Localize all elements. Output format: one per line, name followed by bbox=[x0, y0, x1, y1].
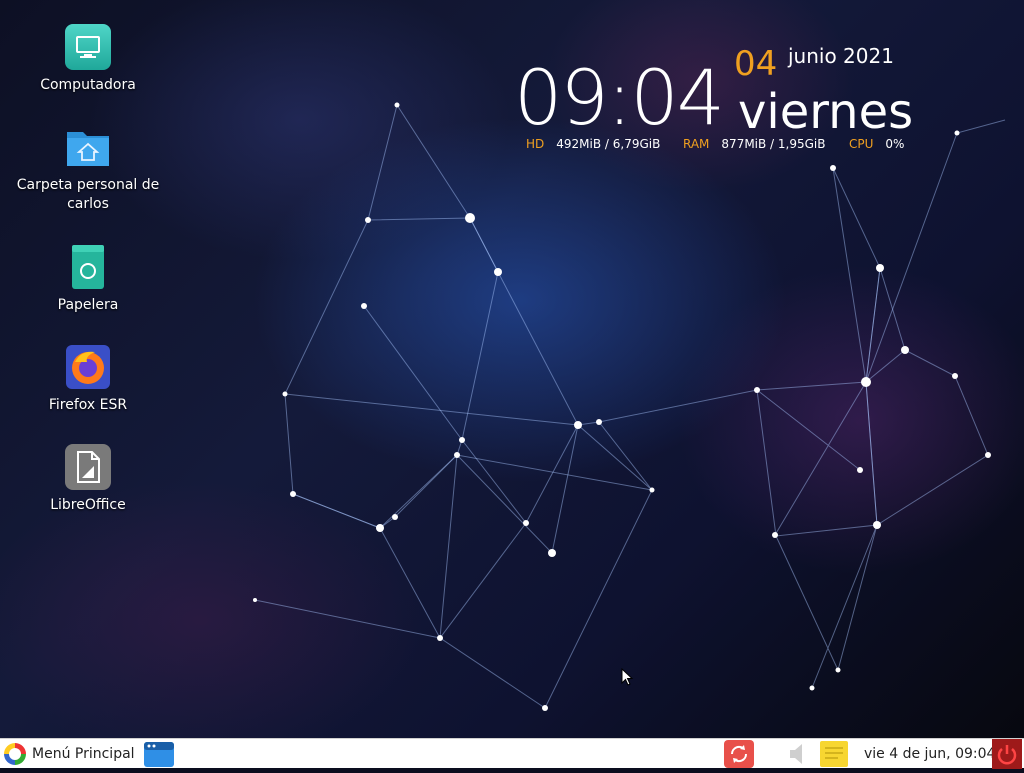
volume-tray[interactable] bbox=[784, 739, 814, 769]
notes-tray[interactable] bbox=[818, 739, 850, 769]
update-icon bbox=[724, 740, 754, 768]
disk-label: HD bbox=[526, 137, 545, 151]
power-button[interactable] bbox=[992, 739, 1022, 769]
firefox-icon bbox=[65, 344, 111, 390]
desktop-icon-label: LibreOffice bbox=[50, 497, 126, 513]
date-month-year: junio 2021 bbox=[788, 44, 894, 68]
desktop-icon-label: Computadora bbox=[40, 77, 136, 93]
desktop-icon-computer[interactable]: Computadora bbox=[13, 24, 163, 95]
disk-value: 492MiB / 6,79GiB bbox=[556, 137, 661, 151]
desktop-icon-label: Papelera bbox=[57, 297, 119, 313]
main-menu-button[interactable]: Menú Principal bbox=[4, 739, 135, 769]
notes-icon bbox=[820, 741, 848, 767]
taskbar-clock[interactable]: vie 4 de jun, 09:04 bbox=[864, 739, 995, 769]
power-icon bbox=[992, 739, 1022, 769]
ram-value: 877MiB / 1,95GiB bbox=[721, 137, 826, 151]
date-weekday: viernes bbox=[738, 84, 914, 140]
ram-usage: RAM 877MiB / 1,95GiB bbox=[683, 137, 826, 151]
computer-icon bbox=[65, 24, 111, 70]
files-icon bbox=[144, 742, 174, 767]
volume-icon bbox=[790, 744, 802, 764]
desktop-icon-libreoffice[interactable]: LibreOffice bbox=[13, 444, 163, 515]
desktop-icon-firefox[interactable]: Firefox ESR bbox=[13, 344, 163, 415]
mouse-cursor-icon bbox=[621, 668, 634, 686]
conky-system-widget: 09:04 04 junio 2021 viernes HD 492MiB / 6… bbox=[514, 40, 934, 160]
date-day: 04 bbox=[734, 44, 778, 84]
desktop-icon-trash[interactable]: Papelera bbox=[13, 244, 163, 315]
trash-icon bbox=[65, 244, 111, 290]
update-manager-tray[interactable] bbox=[722, 739, 756, 769]
disk-usage: HD 492MiB / 6,79GiB bbox=[526, 137, 660, 151]
main-menu-label: Menú Principal bbox=[32, 746, 135, 762]
libreoffice-icon bbox=[65, 444, 111, 490]
desktop-icon-home-folder[interactable]: Carpeta personal de carlos bbox=[13, 124, 163, 214]
cpu-label: CPU bbox=[849, 137, 874, 151]
ram-label: RAM bbox=[683, 137, 710, 151]
clock-time: 09:04 bbox=[514, 53, 725, 142]
cpu-usage: CPU 0% bbox=[849, 137, 904, 151]
desktop-icon-label: Firefox ESR bbox=[48, 397, 128, 413]
cpu-value: 0% bbox=[885, 137, 905, 151]
distro-logo-icon bbox=[4, 743, 26, 765]
desktop-icon-label: Carpeta personal de carlos bbox=[16, 177, 160, 212]
home-folder-icon bbox=[65, 124, 111, 170]
taskbar: Menú Principal vie 4 de jun, 09:04 bbox=[0, 738, 1024, 769]
file-manager-launcher[interactable] bbox=[143, 740, 175, 768]
